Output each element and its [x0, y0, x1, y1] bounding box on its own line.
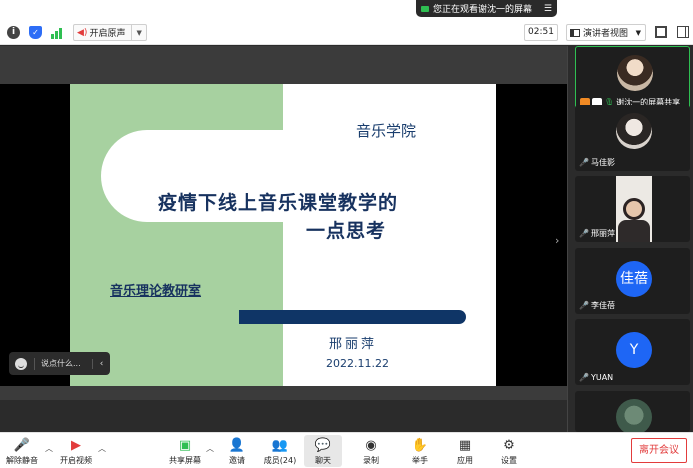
slide-department: 音乐理论教研室: [110, 284, 202, 299]
apps-label: 应用: [457, 456, 473, 465]
slide-navy-bar: [239, 310, 466, 324]
avatar: [616, 399, 652, 432]
participant-tile[interactable]: [575, 391, 690, 432]
participant-tile[interactable]: 🎙 谢沈一的屏幕共享: [575, 46, 690, 112]
mic-muted-icon: 🎤: [579, 229, 589, 238]
members-button[interactable]: 👥 成员(24): [261, 435, 299, 467]
chat-label: 聊天: [315, 456, 331, 465]
view-label: 演讲者视图: [583, 29, 629, 39]
apps-icon: ▦: [458, 437, 472, 453]
participant-video: [616, 176, 652, 242]
screen-share-indicator-icon: [421, 5, 429, 12]
share-screen-label: 共享屏幕: [169, 456, 201, 465]
record-button[interactable]: ◉ 录制: [352, 435, 390, 467]
speaker-view-icon: [570, 28, 580, 37]
invite-button[interactable]: 👤 邀请: [218, 435, 256, 467]
unmute-label: 解除静音: [6, 456, 38, 465]
mic-muted-icon: 🎤: [13, 437, 31, 453]
settings-label: 设置: [501, 456, 517, 465]
leave-meeting-button[interactable]: 离开会议: [631, 438, 687, 463]
participant-name: YUAN: [590, 373, 614, 382]
start-video-button[interactable]: ▶ 开启视频: [57, 435, 95, 467]
meeting-controls: 🎤 解除静音 ︿ ▶ 开启视频 ︿ ▣ 共享屏幕 ︿ 👤 邀请 👥 成员(24)…: [0, 432, 693, 468]
menu-icon[interactable]: ☰: [544, 4, 552, 14]
meeting-toolbar: i ✓ ◀) 开启原声 ▼ 02:51 演讲者视图 ▼: [0, 20, 693, 45]
participant-gallery: 🎙 谢沈一的屏幕共享 🎤 马佳影 🎤 邢丽萍 佳蓓 🎤 李佳蓓 Y 🎤 YUAN: [567, 46, 693, 432]
fullscreen-icon[interactable]: [655, 26, 667, 38]
signal-strength-icon[interactable]: [51, 26, 64, 39]
chat-input-box[interactable]: 说点什么... ‹: [9, 352, 110, 375]
speaker-icon: ◀): [77, 27, 88, 38]
record-label: 录制: [363, 456, 379, 465]
expand-gallery-icon[interactable]: ›: [555, 234, 559, 247]
shared-screen: 音乐学院 疫情下线上音乐课堂教学的 一点思考 音乐理论教研室 邢丽萍 2022.…: [0, 46, 567, 400]
chevron-up-icon[interactable]: ︿: [206, 443, 214, 454]
emoji-icon[interactable]: [15, 357, 27, 370]
gear-icon: ⚙: [503, 437, 515, 453]
invite-label: 邀请: [229, 456, 245, 465]
avatar: Y: [616, 332, 652, 368]
chevron-down-icon: ▼: [635, 28, 641, 37]
chat-button[interactable]: 💬 聊天: [304, 435, 342, 467]
unmute-button[interactable]: 🎤 解除静音: [3, 435, 41, 467]
raise-hand-button[interactable]: ✋ 举手: [401, 435, 439, 467]
presentation-slide: 音乐学院 疫情下线上音乐课堂教学的 一点思考 音乐理论教研室 邢丽萍 2022.…: [70, 84, 496, 386]
chevron-up-icon[interactable]: ︿: [45, 443, 53, 454]
original-sound-button[interactable]: ◀) 开启原声 ▼: [73, 24, 147, 41]
top-strip: 您正在观看谢沈一的屏幕 ☰: [0, 0, 693, 20]
video-off-icon: ▶: [71, 437, 81, 453]
apps-button[interactable]: ▦ 应用: [446, 435, 484, 467]
settings-button[interactable]: ⚙ 设置: [490, 435, 528, 467]
avatar: 佳蓓: [616, 261, 652, 297]
participant-tile[interactable]: Y 🎤 YUAN: [575, 319, 690, 385]
slide-title-line2: 一点思考: [306, 220, 387, 242]
mic-muted-icon: 🎤: [579, 301, 589, 310]
shared-screen-top-band: [0, 46, 567, 84]
original-sound-label: 开启原声: [89, 29, 126, 39]
slide-author: 邢丽萍: [329, 337, 378, 352]
members-icon: 👥: [271, 437, 289, 453]
viewing-notification[interactable]: 您正在观看谢沈一的屏幕 ☰: [416, 0, 557, 17]
slide-date: 2022.11.22: [326, 357, 389, 370]
slide-school: 音乐学院: [356, 122, 417, 140]
side-panel-icon[interactable]: [677, 26, 689, 38]
participant-name: 邢丽萍: [590, 229, 615, 238]
share-screen-button[interactable]: ▣ 共享屏幕: [166, 435, 204, 467]
raise-hand-label: 举手: [412, 456, 428, 465]
shield-icon[interactable]: ✓: [29, 26, 42, 39]
chat-icon: 💬: [314, 437, 332, 453]
slide-title-line1: 疫情下线上音乐课堂教学的: [158, 192, 399, 214]
participant-tile[interactable]: 🎤 邢丽萍: [575, 176, 690, 242]
view-selector[interactable]: 演讲者视图 ▼: [566, 24, 646, 41]
info-icon[interactable]: i: [7, 26, 20, 39]
mic-muted-icon: 🎤: [579, 158, 589, 167]
share-screen-icon: ▣: [178, 437, 192, 453]
participant-name: 马佳影: [590, 158, 615, 167]
mic-muted-icon: 🎤: [579, 373, 589, 382]
avatar: [617, 55, 653, 91]
participant-tile[interactable]: 🎤 马佳影: [575, 105, 690, 171]
chevron-down-icon[interactable]: ▼: [131, 25, 145, 40]
add-user-icon: 👤: [228, 437, 246, 453]
participant-tile[interactable]: 佳蓓 🎤 李佳蓓: [575, 248, 690, 314]
collapse-chat-icon[interactable]: ‹: [92, 358, 110, 369]
shared-screen-bottom-band: [0, 386, 567, 400]
participant-name: 李佳蓓: [590, 301, 615, 310]
viewing-text: 您正在观看谢沈一的屏幕: [433, 5, 533, 15]
start-video-label: 开启视频: [60, 456, 92, 465]
members-label: 成员(24): [263, 456, 297, 465]
record-icon: ◉: [365, 437, 377, 453]
raise-hand-icon: ✋: [411, 437, 429, 453]
chevron-up-icon[interactable]: ︿: [98, 443, 106, 454]
meeting-timer: 02:51: [524, 24, 558, 41]
avatar: [616, 113, 652, 149]
chat-placeholder[interactable]: 说点什么...: [34, 357, 92, 370]
